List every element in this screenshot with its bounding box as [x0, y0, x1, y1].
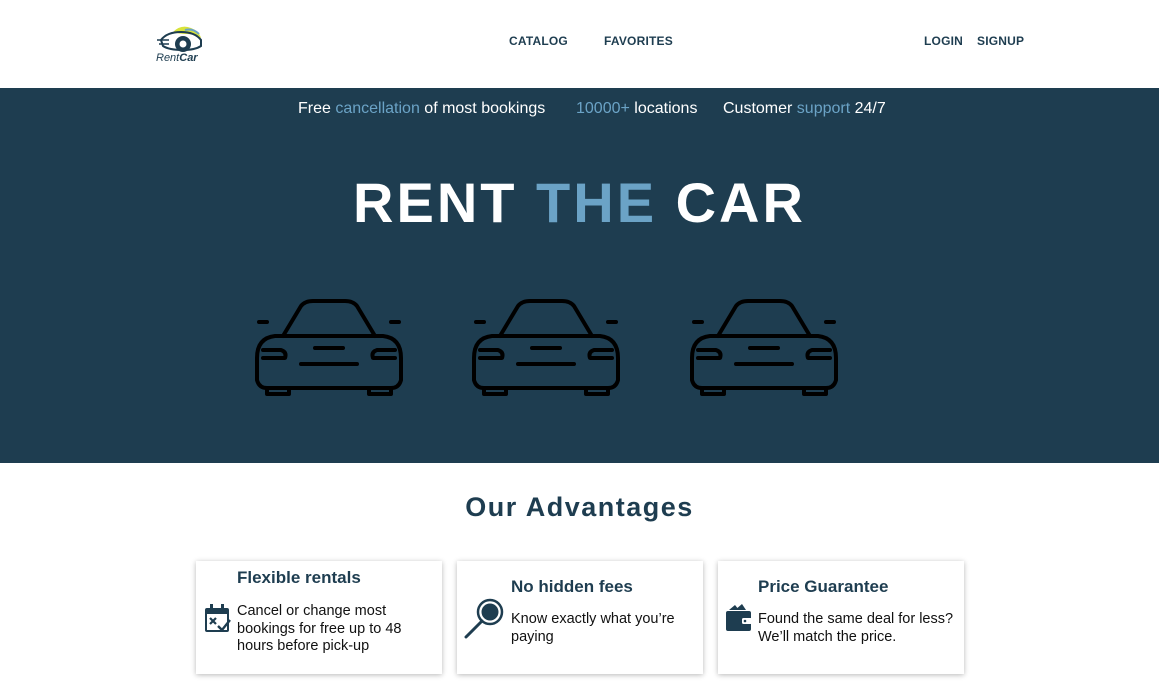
logo-wordmark[interactable]: RentCar	[156, 52, 198, 64]
login-link[interactable]: LOGIN	[924, 34, 963, 48]
promo-text: locations	[629, 100, 698, 117]
promo-text: Customer	[723, 100, 797, 117]
promo-text: Free	[298, 100, 336, 117]
card-description: Found the same deal for less? We’ll matc…	[758, 611, 954, 645]
promo-text: of most bookings	[419, 100, 546, 117]
logo-text-bold: Car	[179, 52, 198, 64]
promo-item: 10000+ locations	[576, 100, 697, 118]
advantages-title: Our Advantages	[465, 492, 694, 522]
car-front-icon	[690, 299, 838, 396]
promo-text: 24/7	[850, 100, 886, 117]
hero-title: RENT THE CAR	[0, 170, 1159, 235]
nav-catalog[interactable]: CATALOG	[509, 34, 568, 48]
card-title: Flexible rentals	[237, 568, 361, 587]
card-description: Know exactly what you’re paying	[511, 611, 675, 645]
magnifier-icon	[464, 598, 504, 639]
promo-item: Free cancellation of most bookings	[298, 100, 545, 118]
advantage-card: Price Guarantee Found the same deal for …	[718, 561, 964, 674]
promo-item: Customer support 24/7	[723, 100, 886, 118]
calendar-cancel-icon	[205, 604, 231, 632]
signup-link[interactable]: SIGNUP	[977, 34, 1024, 48]
wallet-icon	[726, 604, 752, 631]
car-front-icon	[472, 299, 620, 396]
card-title: No hidden fees	[511, 577, 633, 596]
promo-accent: support	[796, 100, 851, 117]
logo-text-regular: Rent	[156, 52, 180, 64]
nav-favorites[interactable]: FAVORITES	[604, 34, 673, 48]
promo-accent: cancellation	[335, 100, 420, 117]
card-description: Cancel or change most bookings for free …	[237, 603, 402, 654]
hero-title-part: CAR	[657, 171, 806, 234]
card-title: Price Guarantee	[758, 577, 889, 596]
advantage-card: No hidden fees Know exactly what you’re …	[457, 561, 703, 674]
promo-accent: 10000+	[576, 100, 630, 117]
car-front-icon	[255, 299, 403, 396]
hero-title-accent: THE	[536, 171, 658, 234]
site-header: RentCar CATALOG FAVORITES LOGIN SIGNUP	[0, 0, 1159, 88]
hero-section: Free cancellation of most bookings 10000…	[0, 88, 1159, 463]
hero-title-part: RENT	[353, 171, 537, 234]
advantage-card: Flexible rentals Cancel or change most b…	[196, 561, 442, 674]
